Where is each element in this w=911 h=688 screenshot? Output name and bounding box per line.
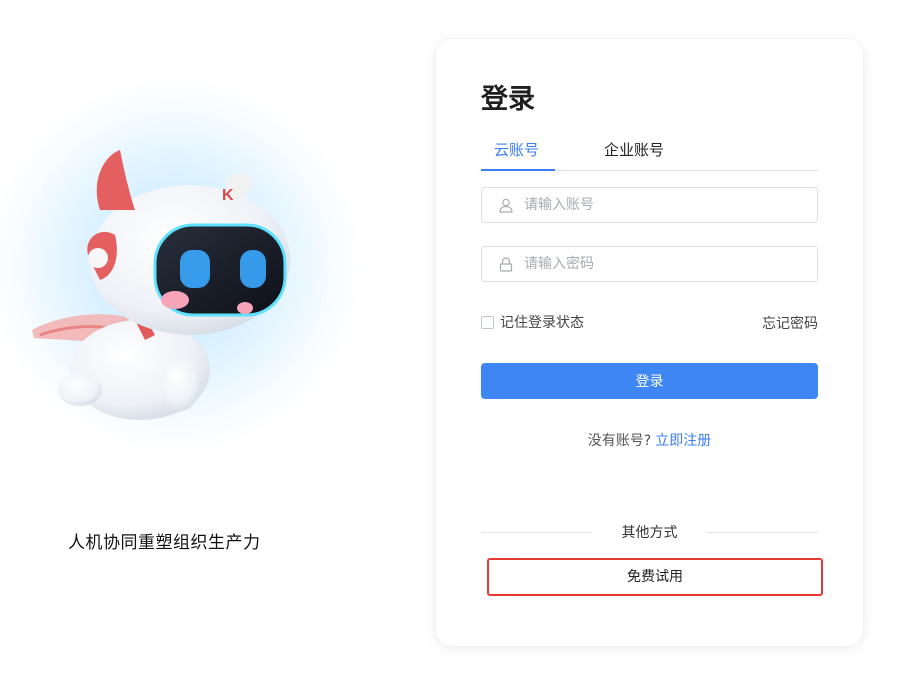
hero-tagline: 人机协同重塑组织生产力 bbox=[68, 533, 261, 553]
no-account-text: 没有账号? bbox=[587, 433, 652, 449]
password-field[interactable] bbox=[481, 246, 818, 282]
register-link[interactable]: 立即注册 bbox=[655, 433, 711, 449]
tab-cloud-account[interactable]: 云账号 bbox=[494, 139, 539, 160]
lock-icon bbox=[498, 256, 514, 272]
register-prompt: 没有账号? 立即注册 bbox=[436, 430, 863, 450]
active-tab-indicator bbox=[481, 169, 555, 171]
tab-enterprise-account[interactable]: 企业账号 bbox=[604, 139, 664, 160]
hero-illustration: K 人机协同重塑组织生产力 bbox=[0, 60, 380, 553]
page-title: 登录 bbox=[481, 84, 535, 115]
password-input[interactable] bbox=[524, 249, 817, 279]
other-methods-divider: 其他方式 bbox=[481, 522, 818, 542]
remember-login-checkbox[interactable]: 记住登录状态 bbox=[481, 312, 584, 332]
divider-line-right bbox=[706, 532, 818, 533]
account-field[interactable] bbox=[481, 187, 818, 223]
robot-mascot-image: K bbox=[32, 150, 290, 420]
account-input[interactable] bbox=[524, 190, 817, 220]
login-button[interactable]: 登录 bbox=[481, 363, 818, 399]
login-tabs: 云账号 企业账号 bbox=[481, 137, 818, 171]
user-icon bbox=[498, 197, 514, 213]
forgot-password-link[interactable]: 忘记密码 bbox=[762, 313, 818, 333]
svg-text:K: K bbox=[222, 187, 234, 204]
login-card: 登录 云账号 企业账号 记住登录状态 忘记密码 登录 没有账号?立即注册 bbox=[436, 39, 863, 646]
free-trial-button[interactable]: 免费试用 bbox=[487, 558, 823, 596]
checkbox-box[interactable] bbox=[481, 315, 494, 329]
remember-login-label: 记住登录状态 bbox=[500, 315, 584, 331]
